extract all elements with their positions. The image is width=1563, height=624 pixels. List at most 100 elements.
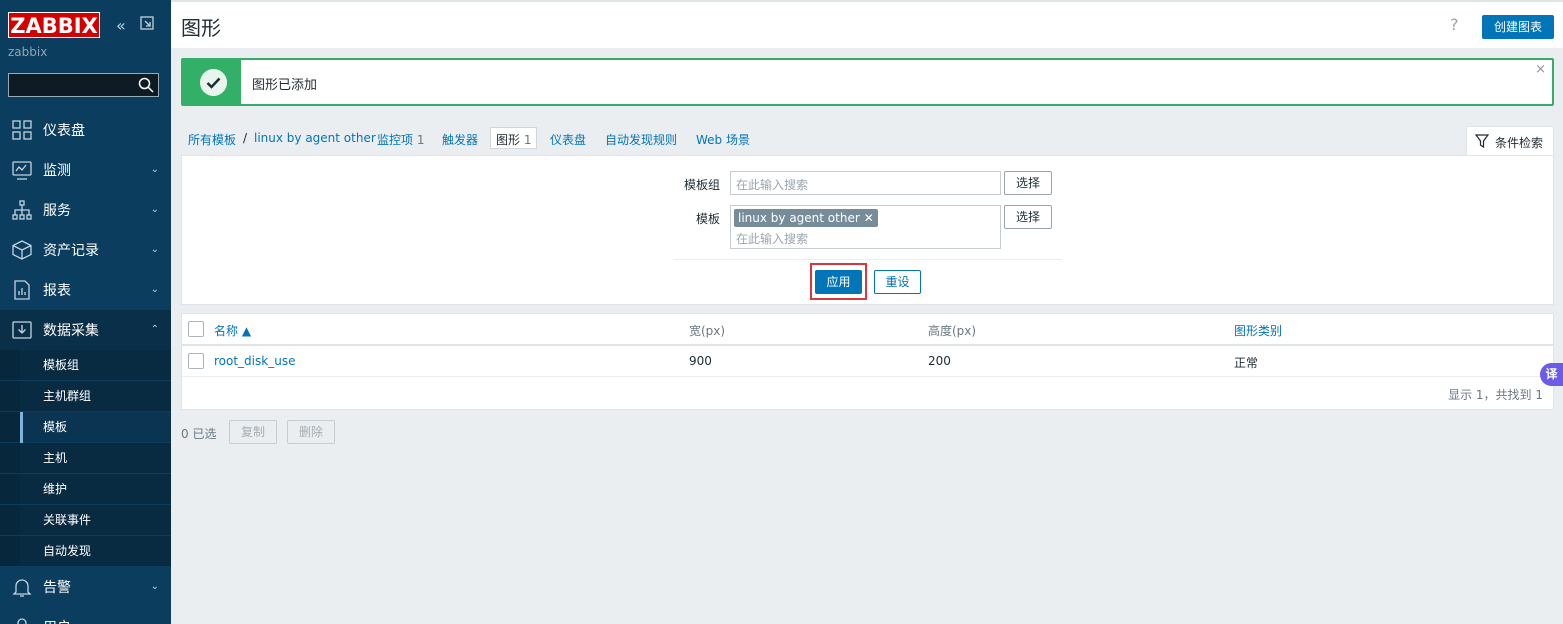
chevron-down-icon: ⌄ — [150, 581, 159, 592]
submenu-item-hosts[interactable]: 主机 — [0, 443, 171, 474]
sidebar-search-input[interactable] — [8, 73, 159, 97]
dashboard-icon — [12, 120, 32, 140]
nav-label: 数据采集 — [43, 323, 99, 339]
nav-item-inventory[interactable]: 资产记录 ⌄ — [0, 230, 171, 270]
tab-dashboards[interactable]: 仪表盘 — [550, 131, 586, 148]
instance-name: zabbix — [8, 45, 48, 59]
filter-tab-label: 条件检索 — [1495, 136, 1544, 150]
breadcrumb-all-templates[interactable]: 所有模板 — [188, 131, 236, 148]
submenu-label: 模板 — [43, 420, 68, 434]
breadcrumb-separator: / — [243, 131, 248, 145]
chevron-down-icon: ⌄ — [150, 284, 159, 295]
divider — [673, 259, 1062, 260]
column-width: 宽(px) — [689, 324, 726, 338]
tab-items-label: 监控项 — [377, 133, 414, 147]
graphs-table: 名称 ▲ 宽(px) 高度(px) 图形类别 root_disk_use 900… — [181, 313, 1554, 410]
nav-label: 服务 — [43, 203, 71, 219]
breadcrumb-template[interactable]: linux by agent other — [254, 131, 376, 145]
page-title: 图形 — [181, 16, 221, 40]
nav-item-monitoring[interactable]: 监测 ⌄ — [0, 150, 171, 190]
logo-row: ZABBIX « — [8, 12, 168, 40]
column-name[interactable]: 名称 ▲ — [214, 322, 251, 339]
tab-web-scenarios[interactable]: Web 场景 — [696, 131, 750, 148]
success-icon-bar — [183, 60, 241, 104]
nav-item-services[interactable]: 服务 ⌄ — [0, 190, 171, 230]
nav-label: 仪表盘 — [43, 123, 85, 139]
users-icon — [17, 618, 27, 624]
reset-button[interactable]: 重设 — [874, 270, 921, 294]
reports-icon — [14, 280, 30, 300]
filter-panel: 模板组 在此输入搜索 选择 模板 linux by agent other ✕ 在… — [181, 155, 1554, 305]
submenu-item-maintenance[interactable]: 维护 — [0, 474, 171, 505]
template-group-input[interactable]: 在此输入搜索 — [730, 171, 1001, 195]
collapse-sidebar-icon[interactable]: « — [116, 16, 126, 35]
bell-icon — [12, 579, 32, 597]
graph-name-link[interactable]: root_disk_use — [214, 354, 295, 368]
nav-label: 监测 — [43, 163, 71, 179]
row-checkbox[interactable] — [188, 353, 204, 369]
placeholder: 在此输入搜索 — [736, 232, 809, 246]
create-graph-button[interactable]: 创建图表 — [1482, 15, 1554, 39]
submenu-item-template-groups[interactable]: 模板组 — [0, 350, 171, 381]
apply-highlight: 应用 — [810, 263, 867, 300]
nav-item-dashboard[interactable]: 仪表盘 — [0, 110, 171, 150]
zabbix-logo[interactable]: ZABBIX — [8, 12, 100, 38]
graph-type: 正常 — [1234, 356, 1259, 370]
kiosk-mode-icon[interactable] — [140, 16, 154, 30]
table-row: root_disk_use 900 200 正常 — [182, 346, 1553, 377]
tab-items[interactable]: 监控项 1 — [377, 131, 424, 148]
select-template-button[interactable]: 选择 — [1004, 205, 1052, 229]
nav-item-data-collection[interactable]: 数据采集 ⌃ — [0, 310, 171, 350]
submenu-item-host-groups[interactable]: 主机群组 — [0, 381, 171, 412]
tab-discovery-rules[interactable]: 自动发现规则 — [605, 131, 677, 148]
inventory-icon — [12, 240, 32, 260]
filter-icon — [1475, 134, 1489, 148]
template-group-label: 模板组 — [684, 178, 721, 192]
select-template-group-button[interactable]: 选择 — [1004, 171, 1052, 195]
apply-button[interactable]: 应用 — [815, 270, 862, 294]
template-tag-label: linux by agent other — [738, 211, 860, 225]
tab-graphs[interactable]: 图形 1 — [490, 127, 538, 149]
chevron-down-icon: ⌄ — [150, 244, 159, 255]
nav-label: 用户 — [43, 617, 71, 624]
table-footer-count: 显示 1，共找到 1 — [1448, 388, 1543, 402]
submenu-item-discovery[interactable]: 自动发现 — [0, 536, 171, 567]
template-label: 模板 — [696, 212, 721, 226]
search-icon[interactable] — [138, 77, 154, 93]
submenu-label: 维护 — [43, 482, 68, 496]
column-graph-type[interactable]: 图形类别 — [1234, 322, 1282, 339]
chevron-down-icon: ⌄ — [150, 164, 159, 175]
monitoring-icon — [12, 161, 32, 180]
submenu-label: 模板组 — [43, 358, 80, 372]
chevron-up-icon: ⌃ — [150, 324, 159, 335]
delete-button[interactable]: 删除 — [287, 420, 335, 444]
page-header: 图形 ? 创建图表 — [171, 0, 1563, 48]
data-collection-submenu: 模板组 主机群组 模板 主机 维护 关联事件 自动发现 — [0, 350, 171, 567]
nav-label: 报表 — [43, 283, 71, 299]
nav-label: 资产记录 — [43, 243, 99, 259]
close-icon[interactable]: × — [1535, 62, 1546, 77]
submenu-item-templates[interactable]: 模板 — [0, 412, 171, 443]
help-icon[interactable]: ? — [1450, 15, 1459, 34]
select-all-checkbox[interactable] — [188, 321, 204, 337]
main-nav: 仪表盘 监测 ⌄ 服务 ⌄ 资产记录 ⌄ 报表 ⌄ 数据采集 ⌃ 模板组 主机群… — [0, 110, 171, 624]
submenu-item-event-correlation[interactable]: 关联事件 — [0, 505, 171, 536]
nav-item-users[interactable]: 用户 — [0, 607, 171, 624]
check-icon — [200, 69, 227, 96]
column-height: 高度(px) — [928, 324, 977, 338]
data-collection-icon — [12, 321, 32, 339]
chevron-down-icon: ⌄ — [150, 204, 159, 215]
template-input[interactable]: linux by agent other ✕ 在此输入搜索 — [730, 205, 1001, 249]
tab-triggers[interactable]: 触发器 — [442, 131, 478, 148]
remove-tag-icon[interactable]: ✕ — [864, 211, 874, 225]
translate-icon[interactable]: 译 — [1540, 363, 1563, 386]
filter-tab[interactable]: 条件检索 — [1466, 126, 1554, 156]
template-tag[interactable]: linux by agent other ✕ — [734, 209, 878, 227]
nav-item-reports[interactable]: 报表 ⌄ — [0, 270, 171, 310]
submenu-label: 主机 — [43, 451, 68, 465]
copy-button[interactable]: 复制 — [229, 420, 277, 444]
placeholder: 在此输入搜索 — [736, 178, 809, 192]
breadcrumb: 所有模板 / linux by agent other 监控项 1 触发器 图形… — [181, 126, 1554, 156]
graph-width: 900 — [689, 354, 712, 368]
nav-item-alerts[interactable]: 告警 ⌄ — [0, 567, 171, 607]
